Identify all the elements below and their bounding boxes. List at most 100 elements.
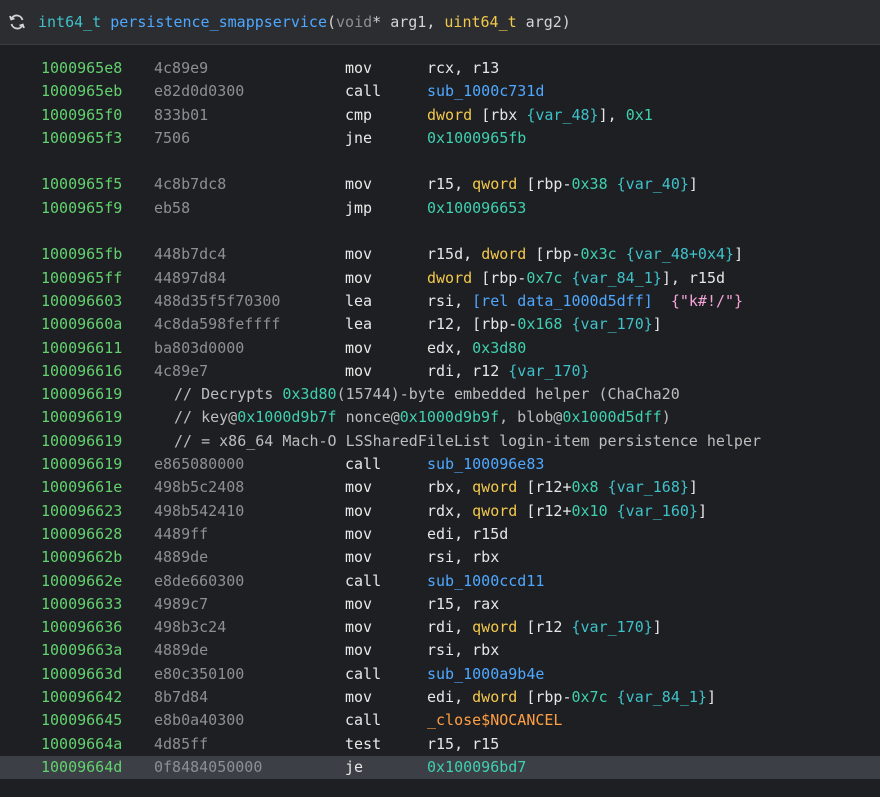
operands: dword [rbp-0x7c {var_84_1}], r15d (427, 267, 725, 290)
address[interactable]: 100096642 (41, 686, 122, 709)
address[interactable]: 10009664d (41, 756, 122, 779)
operand-token[interactable]: 0x168 (517, 315, 562, 333)
refresh-icon[interactable] (6, 11, 28, 33)
operand-token[interactable]: {var_160} (617, 502, 698, 520)
address[interactable]: 10009660a (41, 313, 122, 336)
operand-token[interactable]: 0x1000965fb (427, 129, 526, 147)
operand-token (608, 688, 617, 706)
symbol-link[interactable]: _close$NOCANCEL (427, 711, 562, 729)
comment-text: // = x86_64 Mach-O LSSharedFileList logi… (154, 430, 761, 453)
address[interactable]: 10009663a (41, 639, 122, 662)
address[interactable]: 10009661e (41, 476, 122, 499)
param1-name[interactable]: arg1, (381, 13, 444, 31)
instruction-row[interactable]: 10009664a 4d85ff test r15, r15 (0, 733, 880, 756)
operand-token[interactable]: 0x100096bd7 (427, 758, 526, 776)
address[interactable]: 100096628 (41, 523, 122, 546)
operand-token[interactable]: 0x1 (626, 106, 653, 124)
address[interactable]: 10009662e (41, 570, 122, 593)
instruction-row[interactable]: 100096636 498b3c24 mov rdi, qword [r12 {var… (0, 616, 880, 639)
comment-line[interactable]: 100096619// key@0x1000d9b7f nonce@0x1000… (0, 406, 880, 429)
instruction-row[interactable]: 10009662b 4889de mov rsi, rbx (0, 546, 880, 569)
address[interactable]: 1000965f9 (41, 197, 122, 220)
operand-token[interactable]: 0x3c (581, 245, 617, 263)
instruction-row[interactable]: 10009663a 4889de mov rsi, rbx (0, 639, 880, 662)
operands: sub_1000a9b4e (427, 663, 544, 686)
symbol-link[interactable]: sub_1000a9b4e (427, 665, 544, 683)
address[interactable]: 10009662b (41, 546, 122, 569)
instruction-row[interactable]: 100096616 4c89e7 mov rdi, r12 {var_170} (0, 360, 880, 383)
operand-token[interactable]: {var_170} (508, 362, 589, 380)
function-name[interactable]: persistence_smappservice (110, 13, 327, 31)
address[interactable]: 1000965e8 (41, 57, 122, 80)
instruction-row[interactable]: 1000965f0 833b01 cmp dword [rbx {var_48}], … (0, 104, 880, 127)
block-separator (0, 220, 880, 243)
address[interactable]: 1000965f0 (41, 104, 122, 127)
instruction-row[interactable]: 10009663d e80c350100 call sub_1000a9b4e (0, 663, 880, 686)
opcode-bytes: 488d35f5f70300 (154, 291, 281, 310)
instruction-row[interactable]: 100096623 498b542410 mov rdx, qword [r12+0x… (0, 500, 880, 523)
address[interactable]: 100096619 (41, 430, 122, 453)
address[interactable]: 10009663d (41, 663, 122, 686)
operand-token[interactable]: 0x3d80 (472, 339, 526, 357)
comment-line[interactable]: 100096619 // Decrypts 0x3d80(15744)-byte … (0, 383, 880, 406)
operand-token[interactable]: {var_48+0x4} (626, 245, 734, 263)
operand-token[interactable]: {var_40} (617, 175, 689, 193)
operand-token[interactable]: 0x10 (572, 502, 608, 520)
address[interactable]: 1000965fb (41, 243, 122, 266)
address[interactable]: 100096636 (41, 616, 122, 639)
opcode-bytes: e8b0a40300 (154, 711, 245, 730)
operand-token[interactable]: 0x100096653 (427, 199, 526, 217)
symbol-link[interactable]: sub_1000ccd11 (427, 572, 544, 590)
address[interactable]: 100096619 (41, 453, 122, 476)
address[interactable]: 100096619 (41, 406, 122, 429)
address[interactable]: 100096633 (41, 593, 122, 616)
mnemonic: lea (345, 315, 373, 334)
instruction-row[interactable]: 10009664d 0f8484050000 je 0x100096bd7 (0, 755, 880, 780)
operand-token[interactable]: {var_84_1} (572, 269, 662, 287)
symbol-link[interactable]: [rel data_1000d5dff] (472, 292, 653, 310)
instruction-row[interactable]: 100096633 4989c7 mov r15, rax (0, 593, 880, 616)
instruction-row[interactable]: 1000965eb e82d0d0300 call sub_1000c731d (0, 80, 880, 103)
instruction-row[interactable]: 100096645 e8b0a40300 call _close$NOCANCEL (0, 709, 880, 732)
address[interactable]: 100096611 (41, 337, 122, 360)
operand-token[interactable]: {var_168} (608, 478, 689, 496)
instruction-row[interactable]: 10009662e e8de660300 call sub_1000ccd11 (0, 570, 880, 593)
instruction-row[interactable]: 1000965f3 7506 jne 0x1000965fb (0, 127, 880, 150)
operand-token[interactable]: 0x38 (572, 175, 608, 193)
address[interactable]: 100096603 (41, 290, 122, 313)
operand-token[interactable]: {var_170} (572, 618, 653, 636)
instruction-row[interactable]: 1000965fb 448b7dc4 mov r15d, dword [rbp-0x3… (0, 243, 880, 266)
operand-token[interactable]: {var_170} (572, 315, 653, 333)
operand-token: [r12+ (526, 501, 572, 520)
instruction-row[interactable]: 100096619 e865080000 call sub_100096e83 (0, 453, 880, 476)
comment-line[interactable]: 100096619 // = x86_64 Mach-O LSSharedFile… (0, 430, 880, 453)
address[interactable]: 100096616 (41, 360, 122, 383)
instruction-row[interactable]: 1000965f5 4c8b7dc8 mov r15, qword [rbp-0x38… (0, 173, 880, 196)
instruction-row[interactable]: 100096642 8b7d84 mov edi, dword [rbp-0x7c {… (0, 686, 880, 709)
param2-name[interactable]: arg2) (517, 13, 571, 31)
symbol-link[interactable]: sub_100096e83 (427, 455, 544, 473)
operand-token[interactable]: 0x8 (572, 478, 599, 496)
address[interactable]: 10009664a (41, 733, 122, 756)
address[interactable]: 1000965eb (41, 80, 122, 103)
instruction-row[interactable]: 100096603 488d35f5f70300 lea rsi, [rel data… (0, 290, 880, 313)
symbol-link[interactable]: sub_1000c731d (427, 82, 544, 100)
address[interactable]: 1000965ff (41, 267, 122, 290)
operands: rsi, rbx (427, 639, 499, 662)
operand-token[interactable]: {var_48} (526, 106, 598, 124)
address[interactable]: 100096623 (41, 500, 122, 523)
operand-token[interactable]: {var_84_1} (617, 688, 707, 706)
instruction-row[interactable]: 1000965f9 eb58 jmp 0x100096653 (0, 197, 880, 220)
address[interactable]: 1000965f3 (41, 127, 122, 150)
instruction-row[interactable]: 10009661e 498b5c2408 mov rbx, qword [r12+0x… (0, 476, 880, 499)
address[interactable]: 100096645 (41, 709, 122, 732)
operand-token[interactable]: 0x7c (572, 688, 608, 706)
address[interactable]: 1000965f5 (41, 173, 122, 196)
instruction-row[interactable]: 100096628 4489ff mov edi, r15d (0, 523, 880, 546)
instruction-row[interactable]: 1000965ff 44897d84 mov dword [rbp-0x7c {var… (0, 267, 880, 290)
address[interactable]: 100096619 (41, 383, 122, 406)
instruction-row[interactable]: 10009660a 4c8da598feffff lea r12, [rbp-0x16… (0, 313, 880, 336)
instruction-row[interactable]: 1000965e8 4c89e9 mov rcx, r13 (0, 57, 880, 80)
instruction-row[interactable]: 100096611 ba803d0000 mov edx, 0x3d80 (0, 337, 880, 360)
operand-token[interactable]: 0x7c (526, 269, 562, 287)
